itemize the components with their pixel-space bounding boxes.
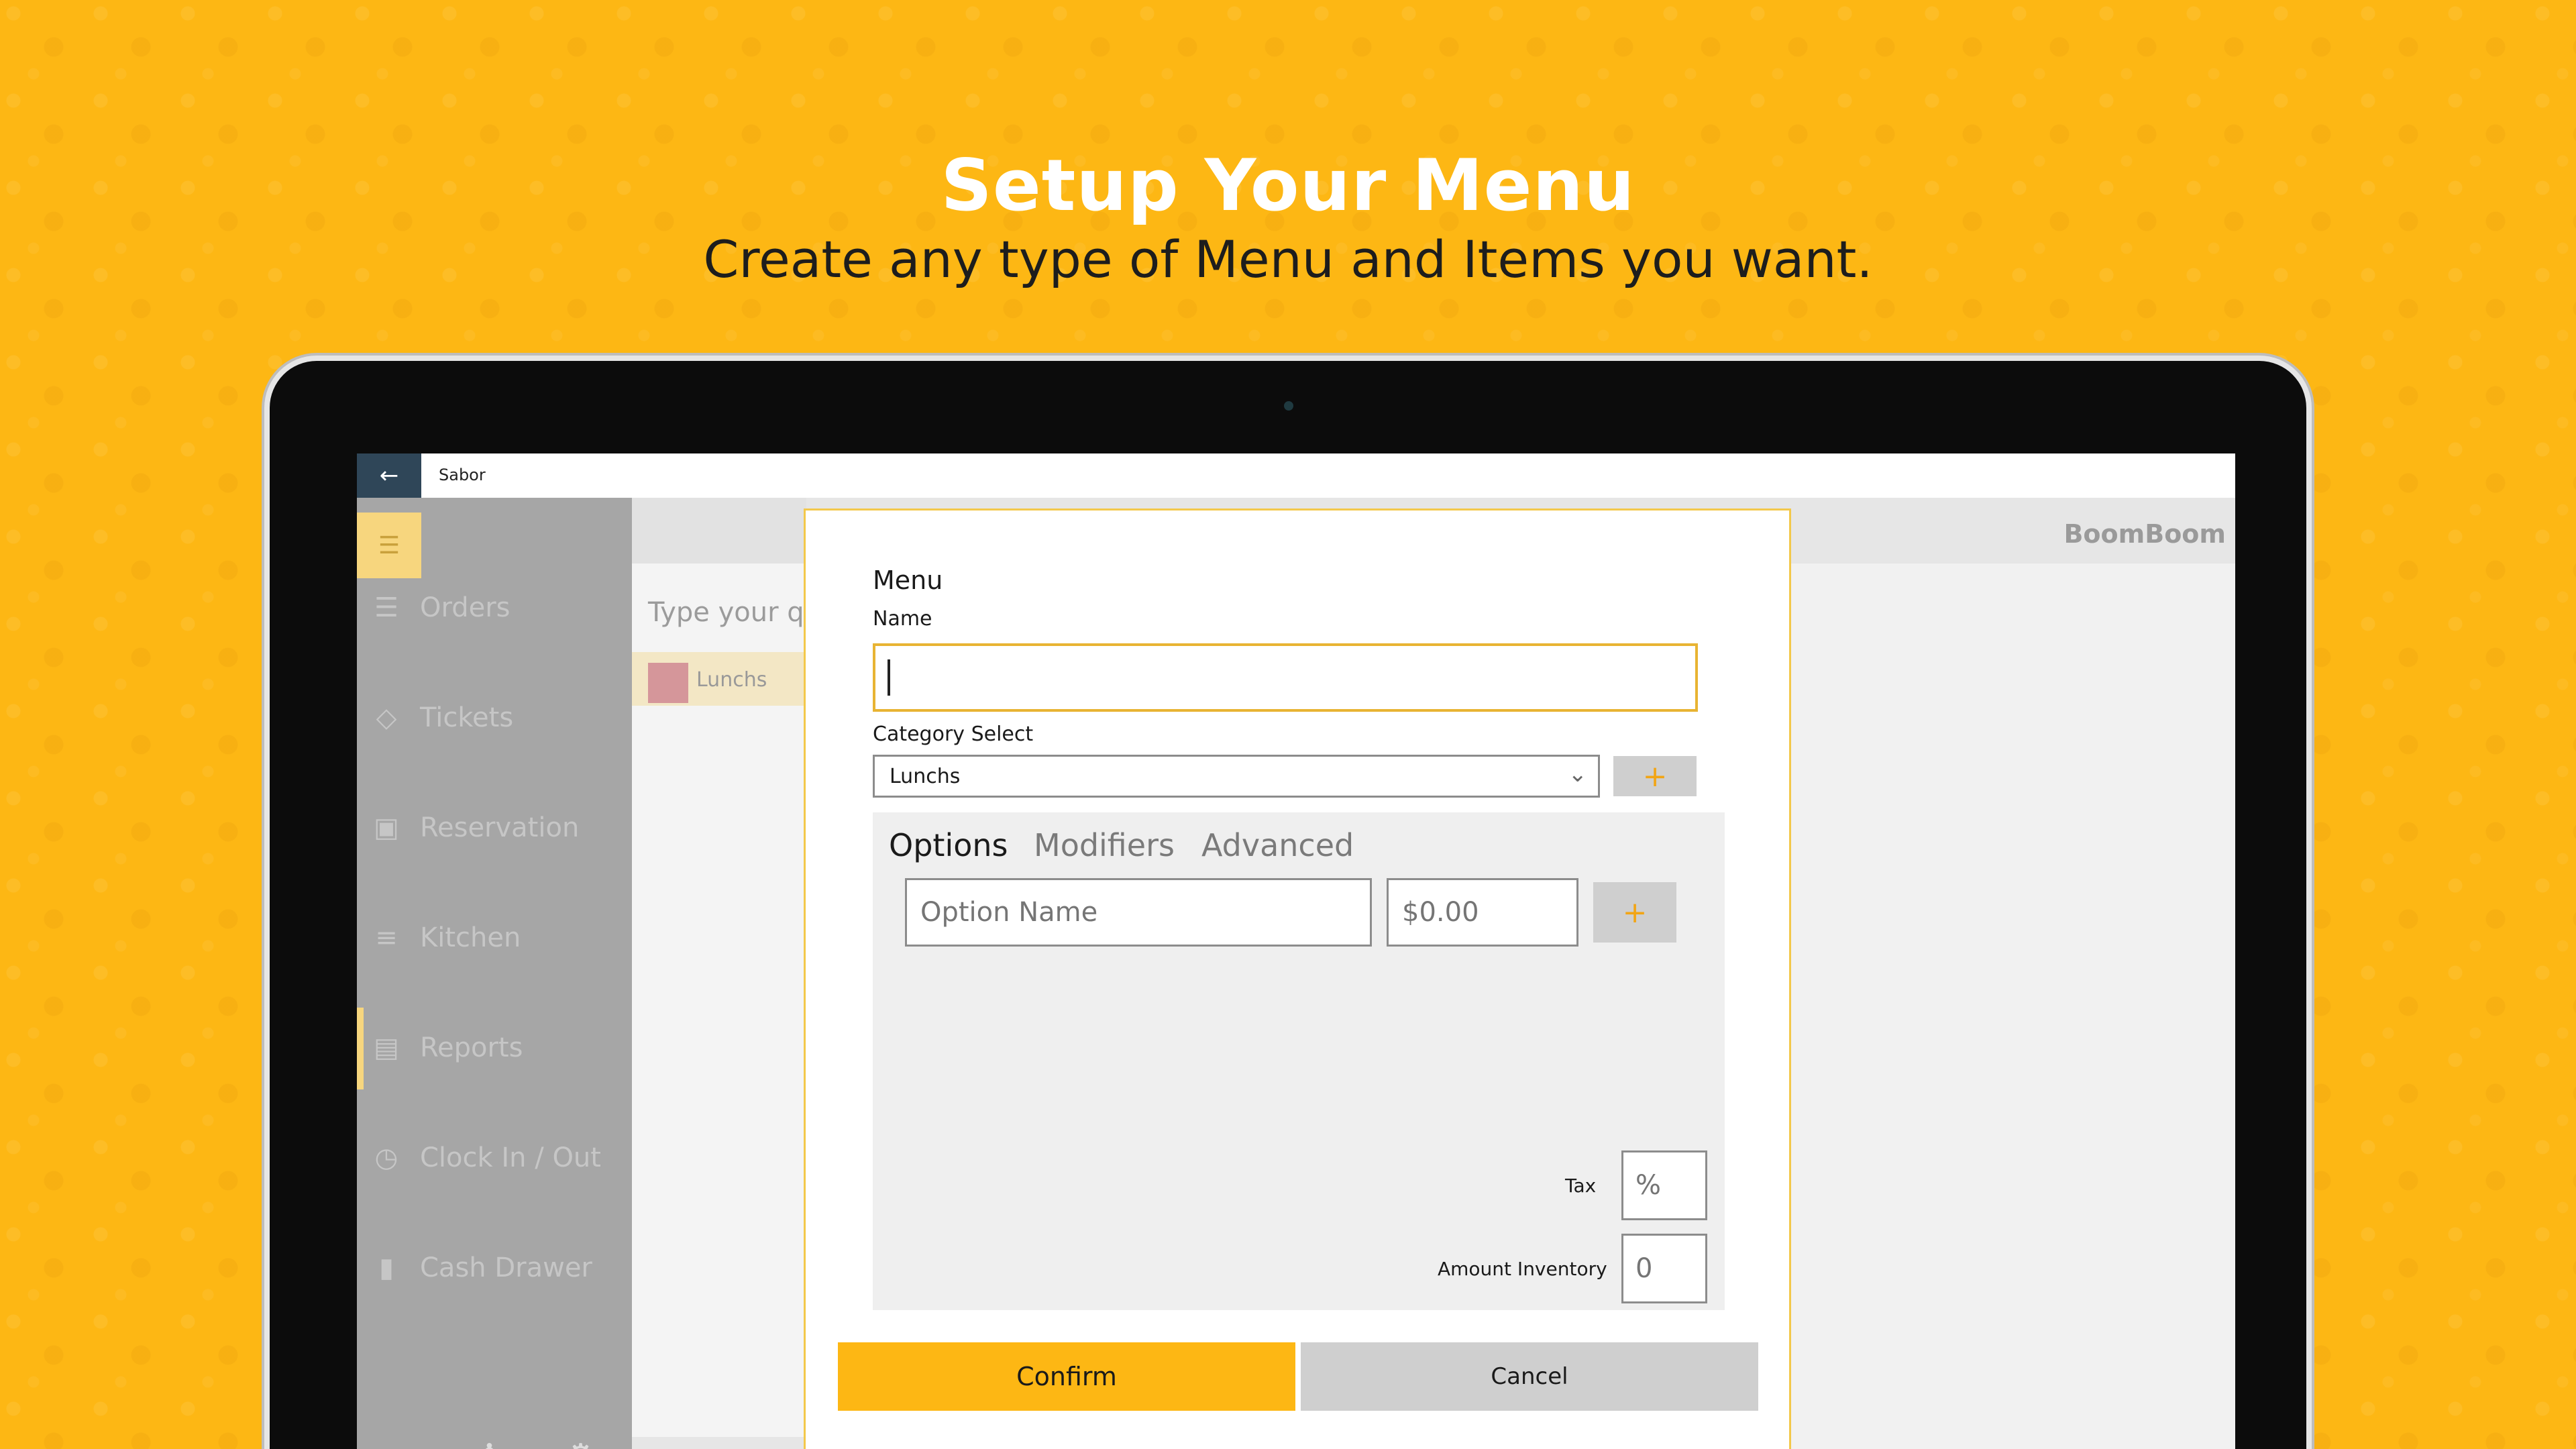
sidebar-item-label: Reports xyxy=(420,1032,523,1063)
clock-icon: ◷ xyxy=(374,1142,398,1173)
sidebar-item-label: Tickets xyxy=(420,702,514,733)
tab-modifiers[interactable]: Modifiers xyxy=(1034,827,1175,863)
sidebar-item-orders[interactable]: ☰ Orders xyxy=(357,568,632,648)
sidebar-item-label: Clock In / Out xyxy=(420,1142,601,1173)
list-toolbar: ✎ ⌫ xyxy=(632,1437,806,1449)
sidebar-item-reservation[interactable]: ▣ Reservation xyxy=(357,788,632,868)
list-icon: ☰ xyxy=(374,592,398,623)
chevron-down-icon: ⌄ xyxy=(1568,761,1588,788)
cash-drawer-icon: ▮ xyxy=(378,1252,394,1283)
page-headline: Setup Your Menu xyxy=(941,144,1635,227)
tab-options[interactable]: Options xyxy=(889,827,1008,863)
category-label: Category Select xyxy=(873,722,1034,746)
tax-label: Tax xyxy=(1565,1175,1597,1197)
tab-advanced[interactable]: Advanced xyxy=(1201,827,1354,863)
sidebar-item-reports[interactable]: ▤ Reports xyxy=(357,1008,632,1088)
tax-input[interactable] xyxy=(1621,1150,1707,1220)
cancel-button[interactable]: Cancel xyxy=(1301,1342,1758,1411)
ticket-icon: ◇ xyxy=(376,702,397,733)
calendar-icon: ▣ xyxy=(374,812,399,843)
sidebar-item-label: Kitchen xyxy=(420,922,521,953)
category-select-value: Lunchs xyxy=(890,765,961,788)
sidebar-item-label: Cash Drawer xyxy=(420,1252,592,1283)
camera-icon xyxy=(1284,401,1293,411)
name-field[interactable] xyxy=(873,643,1698,712)
menu-list-panel: Type your qu Lunchs ✎ ⌫ xyxy=(632,498,821,1449)
option-name-input[interactable] xyxy=(905,878,1372,947)
back-button[interactable]: ← xyxy=(357,453,421,498)
checklist-icon: ≡ xyxy=(375,922,398,953)
gear-icon[interactable]: ⚙ xyxy=(566,1437,595,1449)
add-category-button[interactable]: + xyxy=(1613,756,1697,796)
sidebar: ☰ ☰ Orders ◇ Tickets ▣ Reservation ≡ Kit… xyxy=(357,498,632,1449)
sidebar-item-label: Orders xyxy=(420,592,511,623)
text-cursor xyxy=(888,659,890,696)
arrow-left-icon: ← xyxy=(379,462,399,489)
search-input[interactable]: Type your qu xyxy=(648,597,821,628)
options-tab-panel: Options Modifiers Advanced + Tax Amount … xyxy=(873,812,1725,1310)
app-title: Sabor xyxy=(439,466,486,484)
plus-icon: + xyxy=(1622,895,1648,930)
category-color-swatch xyxy=(648,663,688,703)
option-price-input[interactable] xyxy=(1387,878,1578,947)
app-screen: ← Sabor ☰ ☰ Orders ◇ Tickets ▣ Reservati… xyxy=(357,453,2235,1449)
inventory-input[interactable] xyxy=(1621,1234,1707,1303)
list-header xyxy=(632,498,806,564)
report-icon: ▤ xyxy=(374,1032,399,1063)
hamburger-icon: ☰ xyxy=(378,531,400,559)
list-item[interactable]: Lunchs xyxy=(632,652,806,706)
user-icon[interactable]: ♟ xyxy=(475,1437,504,1449)
brand-name: BoomBoom xyxy=(2063,519,2226,549)
name-label: Name xyxy=(873,607,932,631)
plus-icon: + xyxy=(1642,759,1668,794)
sidebar-item-label: Reservation xyxy=(420,812,580,843)
page-subheadline: Create any type of Menu and Items you wa… xyxy=(703,229,1873,289)
add-option-button[interactable]: + xyxy=(1593,882,1676,943)
sidebar-item-cash-drawer[interactable]: ▮ Cash Drawer xyxy=(357,1228,632,1308)
inventory-label: Amount Inventory xyxy=(1438,1258,1607,1280)
dialog-title: Menu xyxy=(873,566,943,595)
category-select[interactable]: Lunchs ⌄ xyxy=(873,755,1600,798)
confirm-button[interactable]: Confirm xyxy=(838,1342,1295,1411)
title-bar: ← Sabor xyxy=(357,453,2235,498)
menu-dialog: Menu Name Category Select Lunchs ⌄ + Opt… xyxy=(804,508,1791,1449)
sidebar-item-clock[interactable]: ◷ Clock In / Out xyxy=(357,1118,632,1198)
list-item-label: Lunchs xyxy=(696,668,767,692)
sidebar-item-tickets[interactable]: ◇ Tickets xyxy=(357,678,632,758)
tablet-device: ← Sabor ☰ ☰ Orders ◇ Tickets ▣ Reservati… xyxy=(270,361,2306,1449)
sidebar-item-kitchen[interactable]: ≡ Kitchen xyxy=(357,898,632,978)
